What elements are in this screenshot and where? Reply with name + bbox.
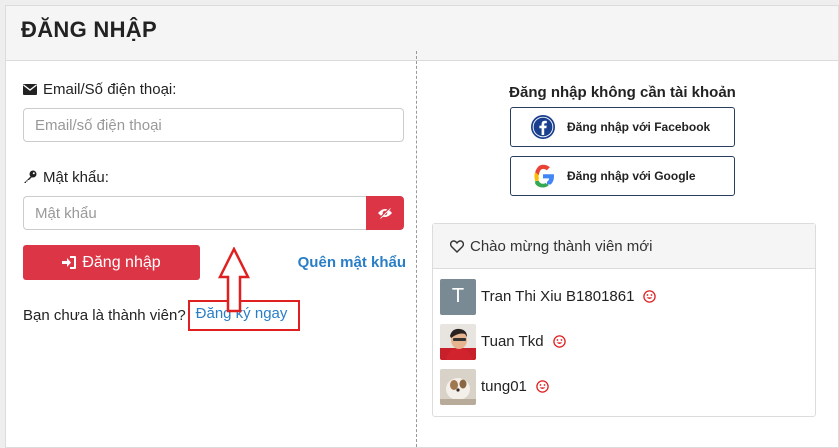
list-item[interactable]: tung01 [433,364,815,409]
signup-line: Bạn chưa là thành viên? Đăng ký ngay [23,300,406,331]
signup-prompt: Bạn chưa là thành viên? [23,307,186,324]
social-login-column: Đăng nhập không cần tài khoản Đăng nhập … [427,84,818,417]
avatar: T [440,278,476,315]
page-title: ĐĂNG NHẬP [21,17,157,42]
email-label-text: Email/Số điện thoại: [43,80,177,98]
sign-in-icon [62,256,77,269]
password-field[interactable]: Mật khẩu [23,196,366,230]
password-label: Mật khẩu: [23,166,406,188]
login-row: Đăng nhập Quên mật khẩu [23,245,406,280]
email-label: Email/Số điện thoại: [23,78,406,100]
email-placeholder: Email/số điện thoại [35,116,162,134]
login-form: Email/Số điện thoại: Email/số điện thoại… [23,78,406,331]
panel-header: ĐĂNG NHẬP [6,6,838,61]
list-item[interactable]: Tuan Tkd [433,319,815,364]
new-members-list: T Tran Thi Xiu B1801861 Tuan Tkd tung01 [433,269,815,409]
member-name: tung01 [481,378,527,395]
member-name: Tuan Tkd [481,333,544,350]
list-item[interactable]: T Tran Thi Xiu B1801861 [433,274,815,319]
smile-icon [643,290,657,303]
login-button-label: Đăng nhập [82,253,161,271]
facebook-icon [531,115,555,139]
login-button[interactable]: Đăng nhập [23,245,200,280]
smile-icon [536,380,549,393]
toggle-password-button[interactable] [366,196,404,230]
login-panel: ĐĂNG NHẬP Email/Số điện thoại: Email/số … [5,5,839,448]
heart-outline-icon [450,239,464,253]
new-members-card: Chào mừng thành viên mới T Tran Thi Xiu … [432,223,816,417]
column-divider [416,51,417,447]
envelope-icon [23,83,37,95]
social-login-title: Đăng nhập không cần tài khoản [509,84,736,101]
facebook-login-label: Đăng nhập với Facebook [567,120,711,134]
google-login-label: Đăng nhập với Google [567,169,696,183]
avatar [440,323,476,360]
avatar [440,368,476,405]
member-name: Tran Thi Xiu B1801861 [481,288,635,305]
password-group: Mật khẩu [23,196,404,230]
password-label-text: Mật khẩu: [43,168,109,186]
key-icon [24,170,37,183]
up-arrow-annotation [218,247,250,313]
smile-icon [552,335,566,348]
new-members-title: Chào mừng thành viên mới [470,237,653,255]
new-members-header: Chào mừng thành viên mới [433,224,815,269]
google-icon [534,164,554,188]
email-field[interactable]: Email/số điện thoại [23,108,404,142]
eye-slash-icon [378,207,392,219]
forgot-password-link[interactable]: Quên mật khẩu [298,254,406,271]
google-login-button[interactable]: Đăng nhập với Google [510,156,735,196]
facebook-login-button[interactable]: Đăng nhập với Facebook [510,107,735,147]
password-placeholder: Mật khẩu [35,204,97,222]
